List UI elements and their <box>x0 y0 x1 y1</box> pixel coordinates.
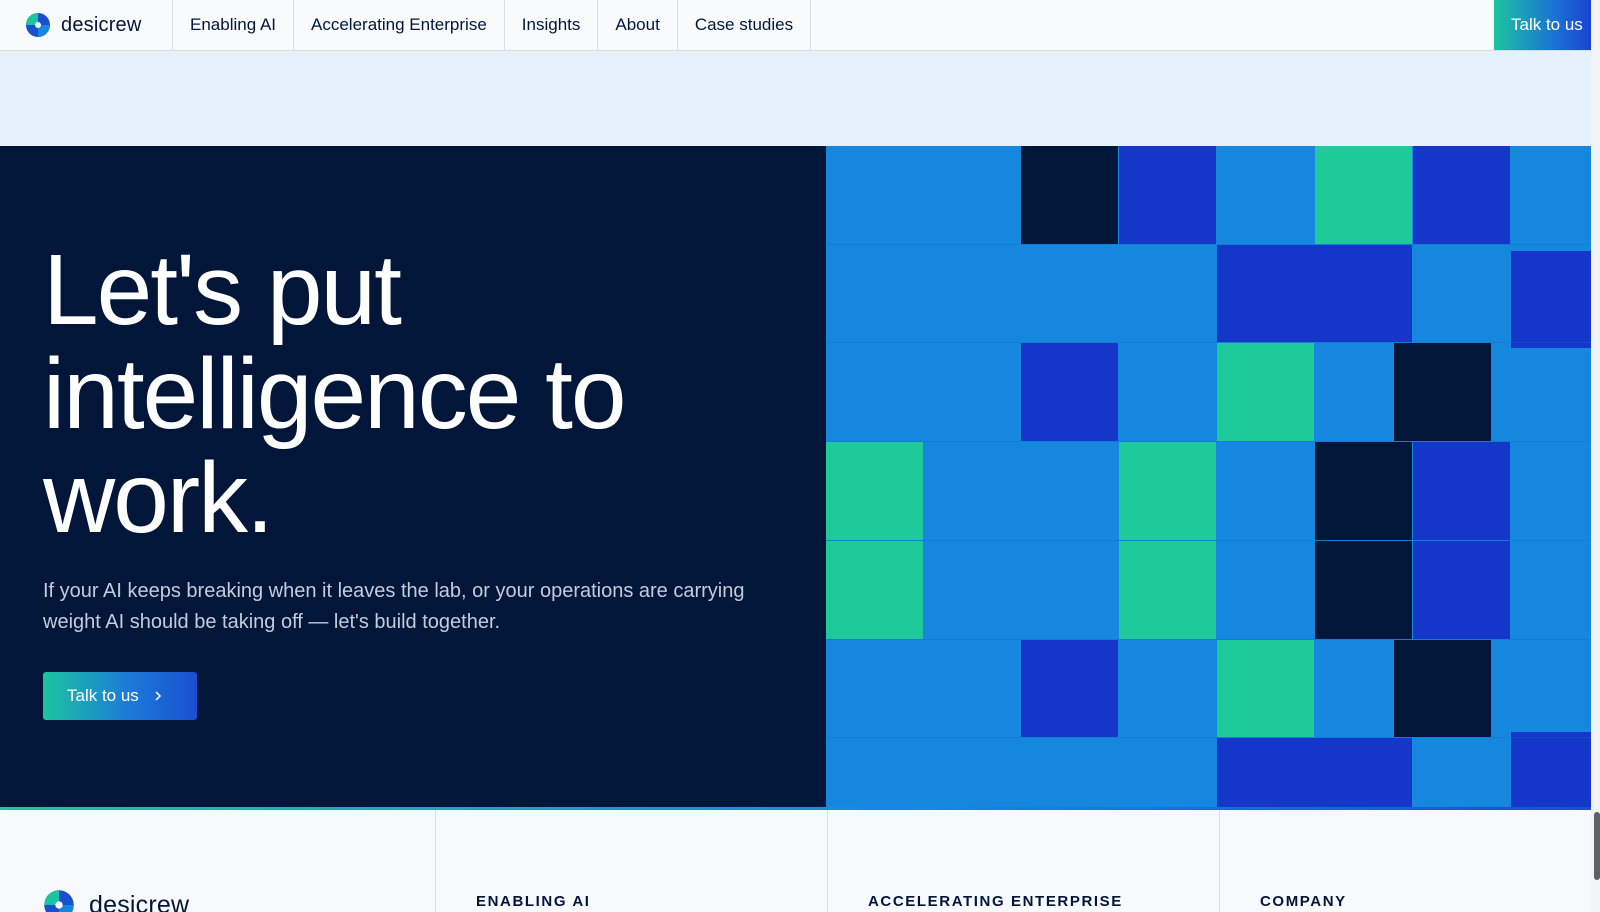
nav-accelerating-enterprise[interactable]: Accelerating Enterprise <box>294 0 505 50</box>
top-nav: desicrew Enabling AI Accelerating Enterp… <box>0 0 1600 51</box>
chevron-right-icon <box>155 691 161 701</box>
mosaic-tile <box>1119 541 1216 639</box>
footer-column-accelerating-enterprise: ACCELERATING ENTERPRISE <box>828 810 1220 912</box>
nav-talk-to-us-button[interactable]: Talk to us <box>1494 0 1591 50</box>
desicrew-logo-icon <box>43 889 75 912</box>
footer-brand-name: desicrew <box>89 890 190 912</box>
brand-name: desicrew <box>61 13 142 36</box>
mosaic-tile <box>1021 343 1118 441</box>
footer-brand-column: desicrew <box>0 810 436 912</box>
nav-about[interactable]: About <box>598 0 678 50</box>
hero-title-line: intelligence to <box>43 338 627 450</box>
hero-button-label: Talk to us <box>67 686 139 705</box>
mosaic-tile <box>1413 146 1510 244</box>
mosaic-tile <box>1021 640 1118 737</box>
mosaic-tile <box>1217 640 1314 737</box>
hero-title: Let's put intelligence to work. <box>43 234 627 554</box>
footer-heading: COMPANY <box>1260 893 1347 910</box>
mosaic-tile <box>1119 146 1216 244</box>
hero-title-line: work. <box>43 442 274 554</box>
hero-panel: Let's put intelligence to work. If your … <box>0 146 826 810</box>
nav-case-studies[interactable]: Case studies <box>678 0 812 50</box>
hero-top-band <box>0 51 1591 146</box>
footer-column-company: COMPANY <box>1220 810 1591 912</box>
mosaic-tile <box>1315 146 1412 244</box>
mosaic-tile <box>1217 343 1314 441</box>
mosaic-tile <box>1315 442 1412 540</box>
mosaic-tile <box>1413 442 1510 540</box>
brand-logo-link[interactable]: desicrew <box>0 0 173 50</box>
mosaic-tile <box>1511 251 1591 348</box>
mosaic-tile <box>826 442 923 540</box>
mosaic-tile <box>1413 541 1510 639</box>
hero-talk-to-us-button[interactable]: Talk to us <box>43 672 197 720</box>
hero-subtitle: If your AI keeps breaking when it leaves… <box>43 580 745 633</box>
footer: desicrew ENABLING AI ACCELERATING ENTERP… <box>0 810 1591 912</box>
mosaic-tile <box>1315 541 1412 639</box>
nav-enabling-ai[interactable]: Enabling AI <box>173 0 295 50</box>
footer-heading: ENABLING AI <box>476 893 591 910</box>
page-scrollbar-track[interactable] <box>1591 0 1600 912</box>
footer-heading: ACCELERATING ENTERPRISE <box>868 893 1123 910</box>
mosaic-tile <box>1021 146 1118 244</box>
footer-brand-logo[interactable]: desicrew <box>43 889 189 912</box>
mosaic-tile <box>826 541 923 639</box>
hero-title-line: Let's put <box>43 234 402 346</box>
mosaic-tile <box>1217 738 1412 810</box>
mosaic-tile <box>1394 640 1491 737</box>
footer-column-enabling-ai: ENABLING AI <box>436 810 828 912</box>
page-scrollbar-thumb[interactable] <box>1594 812 1600 880</box>
hero-mosaic <box>826 146 1591 810</box>
mosaic-tile <box>1511 732 1591 810</box>
mosaic-graphic <box>826 146 1591 810</box>
mosaic-tile <box>1217 245 1412 342</box>
mosaic-tile <box>1394 343 1491 441</box>
mosaic-tile <box>1119 442 1216 540</box>
nav-insights[interactable]: Insights <box>505 0 599 50</box>
desicrew-logo-icon <box>25 12 51 38</box>
